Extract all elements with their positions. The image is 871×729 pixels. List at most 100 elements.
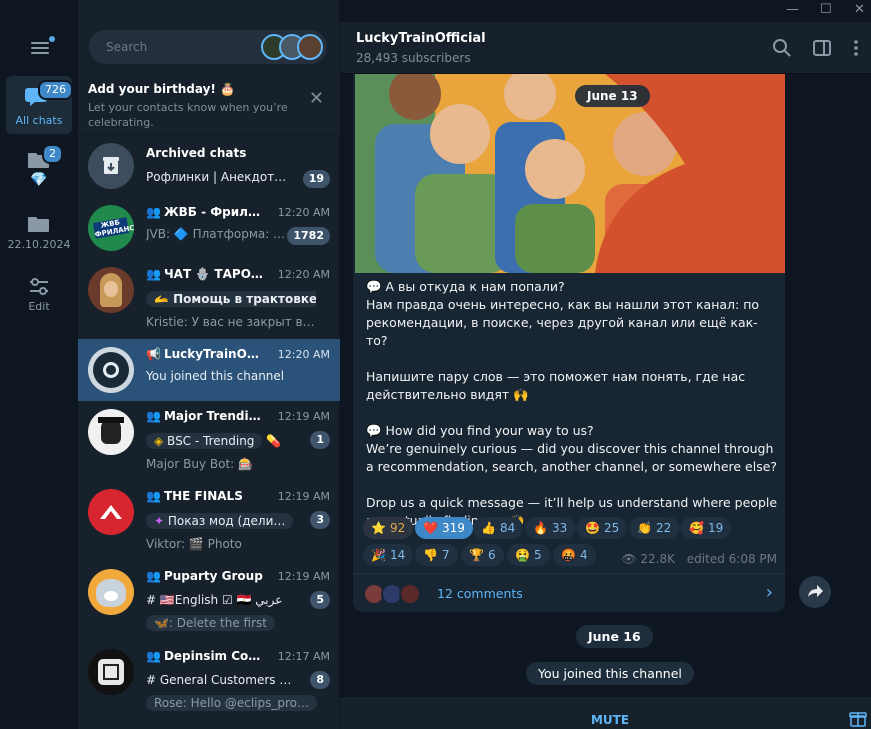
reaction-party[interactable]: 🎉 14	[363, 544, 414, 566]
sidebar-toggle-icon[interactable]	[812, 38, 832, 58]
chat-time: 12:20 AM	[277, 348, 330, 361]
story-avatar[interactable]	[297, 34, 323, 60]
comments-button[interactable]: 12 comments ›	[353, 573, 785, 611]
reaction-smiling-hearts[interactable]: 🥰 19	[681, 517, 732, 539]
reaction-vomit[interactable]: 🤮 5	[507, 544, 550, 566]
chat-topic: 🫴 Помощь в трактовке	[146, 291, 316, 307]
share-arrow-icon	[808, 585, 823, 597]
unread-count: 5	[310, 591, 330, 609]
chat-title: 👥 ЧАТ 🪬 ТАРО …	[146, 267, 266, 281]
reaction-emoji: ❤️	[423, 521, 438, 535]
chat-depinsim[interactable]: 👥 Depinsim Co… 12:17 AM # General Custome…	[78, 641, 340, 721]
reaction-fire[interactable]: 🔥 33	[525, 517, 576, 539]
search-input[interactable]: Search	[89, 30, 327, 64]
birthday-title: Add your birthday! 🎂	[88, 82, 235, 96]
unread-count: 1	[310, 431, 330, 449]
menu-icon[interactable]	[31, 36, 55, 56]
reaction-star[interactable]: ⭐ 92	[363, 517, 414, 539]
reaction-clap[interactable]: 👏 22	[629, 517, 680, 539]
chat-title-text: THE FINALS	[163, 489, 243, 503]
edit-label: Edit	[28, 300, 50, 313]
preview-pill: 🦋: Delete the first	[146, 615, 275, 631]
birthday-banner[interactable]: Add your birthday! 🎂 Let your contacts k…	[78, 72, 340, 135]
folder-favorites[interactable]: 💎 2	[6, 144, 72, 196]
chat-title-text: LuckyTrainOffi…	[163, 347, 266, 361]
folder-all-chats[interactable]: All chats 726	[6, 76, 73, 134]
views-icon: 👁	[621, 552, 641, 566]
edited-time: edited 6:08 PM	[686, 552, 777, 566]
archive-icon	[88, 143, 134, 189]
maximize-icon[interactable]: ☐	[820, 2, 832, 17]
topic-label: BSC - Trending	[167, 434, 255, 448]
unread-badge: 726	[38, 80, 73, 100]
reaction-angry[interactable]: 🤬 4	[553, 544, 596, 566]
post-image[interactable]: June 13	[355, 74, 785, 273]
chat-preview: You joined this channel	[146, 369, 285, 383]
chat-topic: ◈ BSC - Trending 💊	[146, 433, 306, 449]
chat-preview: Kristie: У вас не закрыт воп…	[146, 315, 318, 329]
chat-preview: Major Buy Bot: 🎰	[146, 457, 253, 471]
commenter-avatar	[399, 583, 421, 605]
chat-luckytrain[interactable]: 📢 LuckyTrainOffi… 12:20 AM You joined thi…	[78, 339, 340, 401]
service-message: You joined this channel	[526, 662, 694, 685]
diamond-icon: 💎	[30, 172, 48, 188]
bnb-icon: ◈	[154, 434, 168, 448]
topic-pill: ◈ BSC - Trending	[146, 433, 263, 449]
channel-view: — ☐ ✕ LuckyTrainOfficial 28,493 subscrib…	[340, 0, 871, 729]
window-titlebar: — ☐ ✕	[340, 0, 871, 22]
reaction-trophy[interactable]: 🏆 6	[461, 544, 504, 566]
channel-icon: 📢	[146, 347, 161, 361]
group-icon: 👥	[146, 489, 161, 503]
chat-taro[interactable]: 👥 ЧАТ 🪬 ТАРО … 12:20 AM 🫴 Помощь в тракто…	[78, 259, 340, 339]
more-options-icon[interactable]	[846, 38, 866, 58]
edit-folders[interactable]: Edit	[6, 272, 72, 318]
reaction-star-struck[interactable]: 🤩 25	[577, 517, 628, 539]
notification-dot	[49, 36, 55, 42]
channel-name: LuckyTrainOfficial	[356, 31, 486, 46]
reaction-emoji: 🤬	[561, 548, 576, 562]
chat-topics: # 🇺🇸English ☑ 🇪🇬 عربي	[146, 593, 283, 607]
share-button[interactable]	[799, 576, 831, 608]
reaction-count: 5	[533, 548, 542, 562]
reaction-count: 25	[603, 521, 620, 535]
folder-date[interactable]: 22.10.2024	[6, 210, 72, 258]
minimize-icon[interactable]: —	[786, 2, 799, 17]
channel-header[interactable]: LuckyTrainOfficial 28,493 subscribers	[340, 22, 871, 74]
reaction-count: 6	[487, 548, 496, 562]
reaction-count: 19	[707, 521, 724, 535]
reaction-thumbs-down[interactable]: 👎 7	[415, 544, 458, 566]
chat-puparty[interactable]: 👥 Puparty Group 12:19 AM # 🇺🇸English ☑ 🇪🇬…	[78, 561, 340, 641]
stories-strip[interactable]	[261, 34, 323, 60]
chat-list-panel: Search Add your birthday! 🎂 Let your con…	[78, 0, 340, 729]
chat-title: 👥 Major Trendi…	[146, 409, 266, 423]
reaction-thumbs-up[interactable]: 👍 84	[473, 517, 524, 539]
chat-title: 📢 LuckyTrainOffi…	[146, 347, 266, 361]
chat-title-text: Major Trendi…	[163, 409, 261, 423]
chat-preview: 🦋: Delete the first	[146, 615, 318, 631]
chat-preview: Viktor: 🎬 Photo	[146, 537, 242, 551]
date-separator: June 13	[575, 85, 650, 107]
chat-major-trending[interactable]: 👥 Major Trendi… 12:19 AM ◈ BSC - Trending…	[78, 401, 340, 481]
folder-label: All chats	[15, 114, 63, 127]
search-icon[interactable]	[772, 38, 792, 58]
folder-icon	[28, 217, 49, 232]
reaction-heart[interactable]: ❤️ 319	[415, 517, 473, 539]
chat-avatar	[88, 649, 134, 695]
chat-avatar	[88, 409, 134, 455]
close-icon[interactable]: ✕	[309, 88, 324, 109]
chat-time: 12:17 AM	[277, 650, 330, 663]
chat-zhvb-freelance[interactable]: ЖВБ ФРИЛАНС 👥 ЖВБ - Фриланс 12:20 AM JVB:…	[78, 197, 340, 259]
reaction-emoji: 👎	[423, 548, 438, 562]
chat-the-finals[interactable]: 👥 THE FINALS 12:19 AM ✦ Показ мод (дели… …	[78, 481, 340, 561]
chat-avatar	[88, 267, 134, 313]
chat-archived[interactable]: Archived chats Рофлинки | Анекдот… 19	[78, 135, 340, 197]
view-count: 22.8K	[640, 552, 675, 566]
chat-time: 12:19 AM	[277, 570, 330, 583]
birthday-text: Let your contacts know when you’re celeb…	[88, 101, 288, 129]
mute-button[interactable]: MUTE	[340, 713, 871, 727]
unread-count: 19	[302, 170, 330, 188]
close-window-icon[interactable]: ✕	[854, 2, 865, 17]
chat-avatar: ЖВБ ФРИЛАНС	[88, 205, 134, 251]
reaction-count: 33	[551, 521, 568, 535]
gift-icon[interactable]	[849, 709, 867, 727]
